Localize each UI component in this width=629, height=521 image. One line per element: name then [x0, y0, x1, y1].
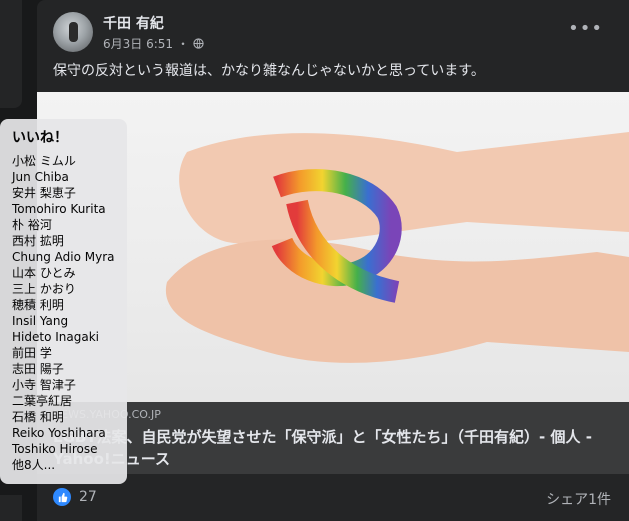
post-meta: 6月3日 6:51 ・ [103, 35, 204, 52]
liker-name: 朴 裕河 [12, 218, 52, 232]
post-footer [37, 474, 629, 521]
liker-name: Reiko Yoshihara [12, 426, 106, 440]
liker-name: 小寺 智津子 [12, 378, 76, 392]
thumbs-up-icon[interactable] [53, 488, 71, 506]
post-date[interactable]: 6月3日 6:51 [103, 35, 173, 52]
post-text: 保守の反対という報道は、かなり雑なんじゃないかと思っています。 [53, 63, 485, 79]
liker-name: Hideto Inagaki [12, 330, 99, 344]
meta-separator: ・ [177, 37, 190, 51]
liker-name: 志田 陽子 [12, 362, 64, 376]
likes-name-list: 小松 ミムル Jun Chiba 安井 梨恵子 Tomohiro Kurita … [12, 153, 127, 473]
liker-name: Jun Chiba [12, 170, 69, 184]
liker-name: 前田 学 [12, 346, 52, 360]
globe-icon[interactable] [193, 38, 204, 49]
liker-name: Insil Yang [12, 314, 69, 328]
liker-name: 穂積 利明 [12, 298, 64, 312]
more-likers[interactable]: 他8人... [12, 457, 127, 473]
avatar[interactable] [53, 12, 93, 52]
post-author[interactable]: 千田 有紀 [103, 13, 164, 33]
likes-tooltip-title: いいね！ [12, 130, 68, 146]
likes-tooltip: いいね！ 小松 ミムル Jun Chiba 安井 梨恵子 Tomohiro Ku… [0, 119, 127, 484]
liker-name: 三上 かおり [12, 282, 76, 296]
link-title[interactable]: LGBT法案、自民党が失望させた「保守派」と「女性たち」（千田有紀）- 個人 -… [53, 426, 613, 470]
liker-name: 安井 梨恵子 [12, 186, 76, 200]
liker-name: 二葉亭紅居 [12, 394, 73, 408]
share-count[interactable]: シェア1件 [546, 489, 611, 509]
liker-name: 山本 ひとみ [12, 266, 76, 280]
liker-name: 石橋 和明 [12, 410, 64, 424]
liker-name: Tomohiro Kurita [12, 202, 106, 216]
more-options-icon[interactable]: ••• [568, 18, 603, 39]
left-panel-card-bottom [0, 495, 22, 521]
liker-name: Toshiko Hirose [12, 442, 98, 456]
liker-name: 小松 ミムル [12, 154, 76, 168]
liker-name: 西村 拡明 [12, 234, 64, 248]
like-count[interactable]: 27 [79, 489, 97, 505]
liker-name: Chung Adio Myra [12, 250, 115, 264]
left-panel-card [0, 0, 22, 108]
